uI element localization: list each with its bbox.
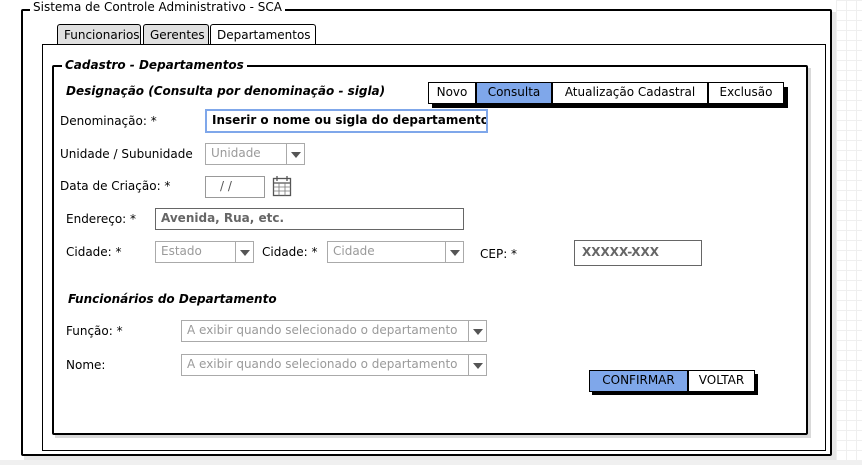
chevron-down-icon[interactable] (286, 143, 305, 165)
window-title: Sistema de Controle Administrativo - SCA (30, 0, 286, 14)
bottom-bar (0, 460, 862, 465)
endereco-label: Endereço: * (66, 212, 137, 226)
cidade-select[interactable]: Cidade (327, 241, 464, 263)
panel-title: Cadastro - Departamentos (62, 58, 247, 72)
chevron-down-icon[interactable] (235, 241, 254, 263)
data-criacao-label: Data de Criação: * (60, 179, 171, 193)
nome-select[interactable]: A exibir quando selecionado o departamen… (181, 354, 487, 376)
denominacao-input[interactable]: Inserir o nome ou sigla do departamento (205, 109, 488, 133)
frame-shadow (808, 68, 811, 438)
cidade-select-value: Cidade (327, 241, 446, 263)
mode-novo-button[interactable]: Novo (428, 82, 476, 104)
tab-funcionarios[interactable]: Funcionarios (57, 24, 141, 44)
mode-exclusao-button[interactable]: Exclusão (708, 82, 784, 104)
mode-atualizacao-button[interactable]: Atualização Cadastral (552, 82, 708, 104)
chevron-down-icon[interactable] (468, 354, 487, 376)
endereco-input[interactable]: Avenida, Rua, etc. (155, 208, 464, 230)
canvas-grid (836, 0, 862, 465)
unidade-select-value: Unidade (205, 143, 287, 165)
nome-label: Nome: (66, 358, 106, 372)
denominacao-label: Denominação: * (60, 114, 157, 128)
nome-select-value: A exibir quando selecionado o departamen… (181, 354, 469, 376)
estado-label: Cidade: * (66, 245, 122, 259)
estado-select-value: Estado (155, 241, 236, 263)
unidade-label: Unidade / Subunidade (60, 147, 193, 161)
cep-input[interactable]: XXXXX-XXX (574, 240, 702, 266)
confirm-button[interactable]: CONFIRMAR (589, 370, 688, 392)
funcao-select[interactable]: A exibir quando selecionado o departamen… (181, 320, 487, 342)
frame-shadow-bottom (55, 435, 811, 438)
mode-consulta-button[interactable]: Consulta (476, 82, 552, 104)
back-button[interactable]: VOLTAR (688, 370, 755, 392)
window-shadow (832, 12, 836, 461)
cep-label: CEP: * (480, 247, 518, 261)
funcionarios-section-title: Funcionários do Departamento (68, 292, 277, 306)
data-criacao-input[interactable]: / / (205, 176, 265, 198)
funcao-label: Função: * (66, 324, 123, 338)
tab-gerentes[interactable]: Gerentes (143, 24, 209, 44)
section-title: Designação (Consulta por denominação - s… (66, 84, 386, 98)
funcao-select-value: A exibir quando selecionado o departamen… (181, 320, 469, 342)
tab-departamentos[interactable]: Departamentos (210, 24, 316, 46)
calendar-icon[interactable] (272, 175, 292, 197)
estado-select[interactable]: Estado (155, 241, 254, 263)
unidade-select[interactable]: Unidade (205, 143, 305, 165)
cidade-label: Cidade: * (262, 245, 318, 259)
chevron-down-icon[interactable] (468, 320, 487, 342)
chevron-down-icon[interactable] (445, 241, 464, 263)
